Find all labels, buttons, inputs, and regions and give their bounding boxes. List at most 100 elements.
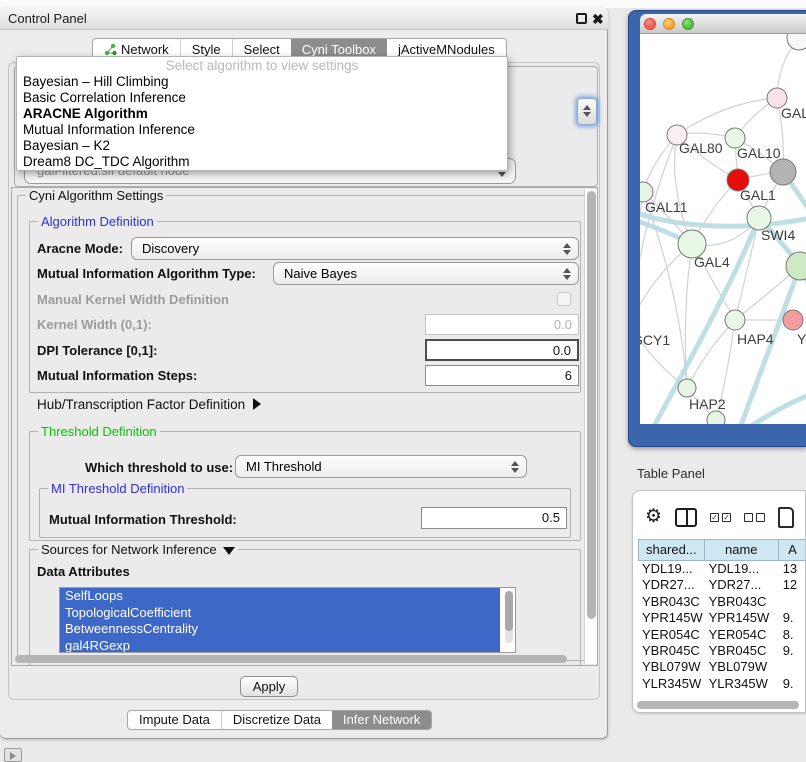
table-row[interactable]: YBR045CYBR045C9.: [638, 643, 806, 659]
network-node-node-top[interactable]: [787, 34, 806, 50]
algorithm-option[interactable]: Basic Correlation Inference: [17, 90, 507, 106]
mac-minimize-icon[interactable]: [663, 18, 675, 30]
dpi-tolerance-label: DPI Tolerance [0,1]:: [37, 343, 157, 358]
network-node-salmon-node[interactable]: [783, 310, 803, 330]
page-icon[interactable]: [778, 507, 794, 528]
aracne-mode-value: Discovery: [142, 241, 199, 256]
column-header[interactable]: name: [705, 539, 779, 561]
tab-impute-data[interactable]: Impute Data: [128, 711, 221, 729]
network-node-label: GAL: [781, 105, 806, 121]
network-node-label: GAL1: [740, 187, 776, 203]
hide-panel-icon[interactable]: [4, 748, 22, 762]
kernel-width-input[interactable]: 0.0: [425, 314, 579, 335]
network-icon: [104, 43, 117, 56]
which-threshold-label: Which threshold to use:: [85, 460, 233, 475]
table-row[interactable]: YBR043CYBR043C: [638, 594, 806, 610]
mac-zoom-icon[interactable]: [682, 18, 694, 30]
table-row[interactable]: YPR145WYPR145W9.: [638, 610, 806, 626]
apply-button[interactable]: Apply: [240, 676, 298, 697]
table-row[interactable]: YBL079WYBL079W: [638, 659, 806, 675]
network-graph[interactable]: GALGAL80GAL10GAL1GAL11SWI4GAL4GCY1HAP4YH…: [640, 34, 806, 424]
data-attributes-list: SelfLoopsTopologicalCoefficientBetweenne…: [59, 587, 516, 653]
column-header[interactable]: A: [779, 539, 806, 561]
deselect-all-icon[interactable]: [744, 513, 765, 522]
mac-close-icon[interactable]: [644, 18, 656, 30]
mi-steps-input[interactable]: 6: [425, 365, 579, 386]
which-threshold-combobox[interactable]: MI Threshold: [235, 455, 527, 478]
algorithm-combobox-spinner[interactable]: [577, 98, 597, 125]
float-window-icon[interactable]: [576, 13, 587, 24]
network-view[interactable]: GALGAL80GAL10GAL1GAL11SWI4GAL4GCY1HAP4YH…: [640, 34, 806, 424]
data-attribute-item[interactable]: TopologicalCoefficient: [60, 605, 500, 622]
cyni-bottom-tabbar: Impute Data Discretize DataInfer Network: [127, 710, 432, 730]
table-cell: YBR043C: [705, 594, 779, 610]
network-node-label: GAL10: [737, 145, 781, 161]
select-all-icon[interactable]: ✓✓: [710, 513, 731, 522]
mi-threshold-input[interactable]: 0.5: [421, 507, 567, 529]
table-cell: 9.: [779, 643, 806, 659]
data-attribute-item[interactable]: gal4RGexp: [60, 638, 500, 654]
table-horizontal-scrollbar[interactable]: [637, 701, 805, 710]
settings-vertical-scrollbar[interactable]: [584, 189, 597, 664]
mi-algorithm-type-value: Naive Bayes: [284, 266, 357, 281]
mi-algorithm-type-combobox[interactable]: Naive Bayes: [273, 262, 579, 285]
table-cell: 9.: [779, 610, 806, 626]
table-row[interactable]: YER054CYER054C8.: [638, 627, 806, 643]
table-cell: YPR145W: [705, 610, 779, 626]
table-cell: 8.: [779, 627, 806, 643]
tab-label: Impute Data: [139, 711, 210, 729]
table-row[interactable]: YLR345WYLR345W9.: [638, 676, 806, 688]
table-cell: YDR27...: [705, 577, 779, 593]
hub-definition-label: Hub/Transcription Factor Definition: [37, 397, 245, 412]
network-node-hap2[interactable]: [678, 379, 696, 397]
algorithm-dropdown: Select algorithm to view settings Bayesi…: [16, 56, 508, 171]
control-panel-titlebar: Control Panel: [0, 8, 608, 30]
algorithm-option[interactable]: Bayesian – Hill Climbing: [17, 74, 507, 90]
column-header[interactable]: shared...: [638, 539, 705, 561]
desktop-top-strip: [0, 0, 806, 8]
table-cell: YPR145W: [638, 610, 705, 626]
table-cell: YBR045C: [705, 643, 779, 659]
sources-title[interactable]: Sources for Network Inference: [38, 542, 238, 557]
column-layout-icon[interactable]: [675, 508, 697, 527]
network-node-hap4[interactable]: [725, 310, 745, 330]
network-node-gray-node[interactable]: [770, 159, 796, 185]
network-node-label: SWI4: [761, 227, 795, 243]
algorithm-option[interactable]: Mutual Information Inference: [17, 122, 507, 138]
list-scrollbar[interactable]: [505, 591, 513, 643]
dropdown-placeholder: Select algorithm to view settings: [17, 57, 507, 74]
manual-kernel-checkbox[interactable]: [557, 292, 571, 306]
table-cell: YDL19...: [638, 561, 705, 577]
mi-threshold-value: 0.5: [542, 510, 560, 525]
table-cell: YBR045C: [638, 643, 705, 659]
table-cell: YDL19...: [705, 561, 779, 577]
which-threshold-value: MI Threshold: [246, 459, 322, 474]
node-table: shared...nameA YDL19...YDL19...13YDR27..…: [638, 539, 806, 688]
data-attribute-item[interactable]: BetweennessCentrality: [60, 621, 500, 638]
data-attribute-item[interactable]: SelfLoops: [60, 588, 500, 605]
table-row[interactable]: YDL19...YDL19...13: [638, 561, 806, 577]
network-node-label: GCY1: [640, 332, 670, 348]
algorithm-definition-title: Algorithm Definition: [38, 214, 157, 229]
algorithm-option[interactable]: ARACNE Algorithm: [17, 106, 507, 122]
network-node-bottom-node[interactable]: [707, 411, 725, 424]
manual-kernel-label: Manual Kernel Width Definition: [37, 292, 229, 307]
table-panel-card: ⚙ ✓✓ shared...nameA YDL19...YDL19...13YD…: [632, 490, 806, 713]
network-node-label: HAP4: [737, 331, 774, 347]
tab-infer-network[interactable]: Infer Network: [332, 711, 431, 729]
spinner-arrows-icon: [511, 461, 518, 473]
network-window-titlebar[interactable]: [640, 14, 806, 34]
kernel-width-label: Kernel Width (0,1):: [37, 317, 152, 332]
table-cell: 13: [779, 561, 806, 577]
aracne-mode-combobox[interactable]: Discovery: [131, 237, 579, 260]
settings-horizontal-scrollbar[interactable]: [13, 653, 583, 665]
data-attributes-label: Data Attributes: [37, 564, 130, 579]
dpi-tolerance-input[interactable]: 0.0: [425, 339, 579, 361]
algorithm-option[interactable]: Bayesian – K2: [17, 138, 507, 154]
tab-discretize-data[interactable]: Discretize Data: [221, 711, 332, 729]
hub-definition-toggle[interactable]: Hub/Transcription Factor Definition: [37, 397, 261, 412]
table-row[interactable]: YDR27...YDR27...12: [638, 577, 806, 593]
gear-icon[interactable]: ⚙: [645, 507, 662, 527]
close-icon[interactable]: ✖: [592, 11, 604, 28]
algorithm-option[interactable]: Dream8 DC_TDC Algorithm: [17, 154, 507, 170]
